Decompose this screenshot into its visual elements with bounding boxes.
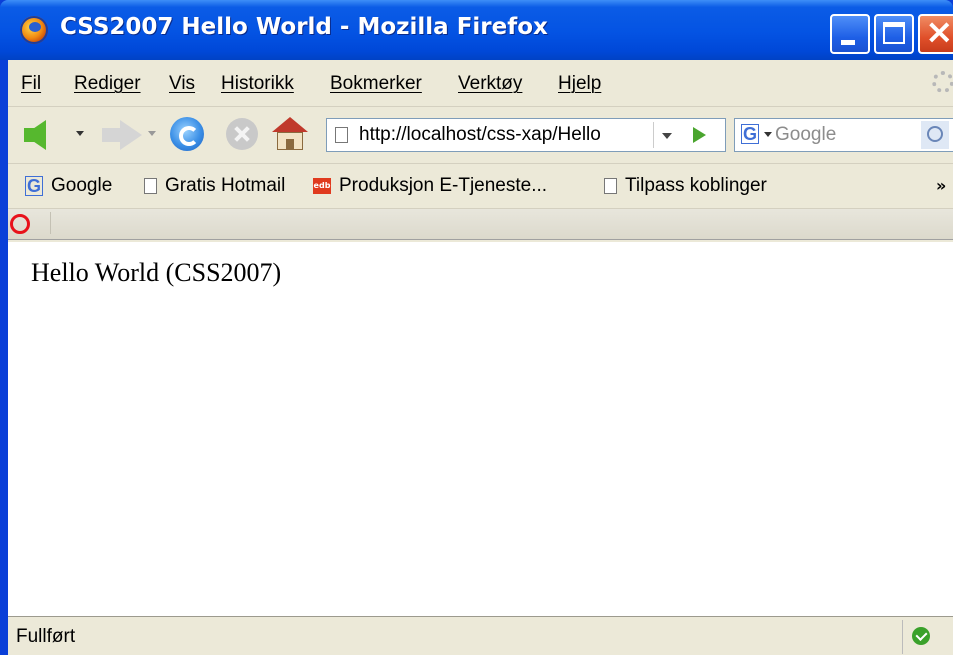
bookmark-label: Produksjon E-Tjeneste... (339, 175, 548, 196)
navigation-toolbar: http://localhost/css-xap/Hello G (8, 107, 953, 164)
url-history-dropdown-icon[interactable] (653, 122, 680, 148)
search-bar[interactable]: G (734, 118, 953, 152)
bookmark-label: Gratis Hotmail (165, 175, 286, 196)
browser-window: CSS2007 Hello World - Mozilla Firefox × … (0, 0, 953, 655)
forward-history-dropdown-icon[interactable] (148, 131, 156, 136)
search-input[interactable] (775, 124, 905, 146)
more-bookmarks-chevron-icon[interactable]: » (936, 176, 946, 195)
addon-ring-icon[interactable] (10, 214, 30, 234)
bookmark-label: Tilpass koblinger (625, 175, 767, 196)
menu-hjelp[interactable]: Hjelp (558, 73, 601, 95)
search-icon[interactable] (921, 121, 949, 149)
forward-icon[interactable] (102, 120, 142, 150)
throbber-icon (932, 71, 953, 93)
google-icon: G (25, 175, 43, 196)
browser-chrome: Fil Rediger Vis Historikk Bokmerker Verk… (8, 60, 953, 242)
go-icon[interactable] (681, 121, 717, 149)
page-icon (144, 177, 157, 194)
menu-verktoy[interactable]: Verktøy (458, 73, 522, 95)
back-icon[interactable] (24, 120, 46, 150)
window-title: CSS2007 Hello World - Mozilla Firefox (60, 14, 548, 40)
bookmark-tilpass-koblinger[interactable]: Tilpass koblinger (604, 175, 767, 199)
bookmark-produksjon[interactable]: edb Produksjon E-Tjeneste... (313, 175, 547, 199)
menu-historikk[interactable]: Historikk (221, 73, 294, 95)
bookmark-label: Google (51, 175, 113, 196)
home-icon[interactable] (272, 117, 308, 151)
edb-icon: edb (313, 177, 331, 194)
page-icon (335, 127, 348, 143)
firefox-logo-icon (20, 16, 48, 44)
close-icon: × (925, 12, 953, 52)
addon-toolbar (8, 209, 953, 240)
back-history-dropdown-icon[interactable] (76, 131, 84, 136)
reload-icon[interactable] (170, 117, 204, 151)
status-ok-icon (912, 627, 930, 645)
search-engine-dropdown-icon[interactable] (764, 132, 772, 137)
bookmarks-toolbar: G Google Gratis Hotmail edb Produksjon E-T… (8, 164, 953, 209)
status-divider (902, 620, 903, 654)
close-button[interactable]: × (918, 12, 953, 54)
menu-fil[interactable]: Fil (21, 73, 41, 95)
google-engine-icon[interactable]: G (741, 124, 759, 144)
address-bar[interactable]: http://localhost/css-xap/Hello (326, 118, 726, 152)
maximize-button[interactable] (874, 14, 914, 54)
page-heading-text: Hello World (CSS2007) (31, 258, 282, 287)
menu-rediger[interactable]: Rediger (74, 73, 141, 95)
status-text: Fullført (16, 626, 76, 647)
menu-bokmerker[interactable]: Bokmerker (330, 73, 422, 95)
addon-toolbar-field (50, 212, 953, 234)
title-bar[interactable]: CSS2007 Hello World - Mozilla Firefox × (0, 0, 953, 60)
menu-vis[interactable]: Vis (169, 73, 195, 95)
status-bar: Fullført (8, 616, 953, 655)
page-content: Hello World (CSS2007) (8, 242, 953, 616)
url-input[interactable]: http://localhost/css-xap/Hello (359, 124, 651, 146)
page-icon (604, 177, 617, 194)
minimize-button[interactable] (830, 14, 870, 54)
menu-bar: Fil Rediger Vis Historikk Bokmerker Verk… (8, 60, 953, 107)
bookmark-gratis-hotmail[interactable]: Gratis Hotmail (144, 175, 285, 199)
stop-icon[interactable] (226, 118, 258, 150)
bookmark-google[interactable]: G Google (25, 175, 112, 199)
